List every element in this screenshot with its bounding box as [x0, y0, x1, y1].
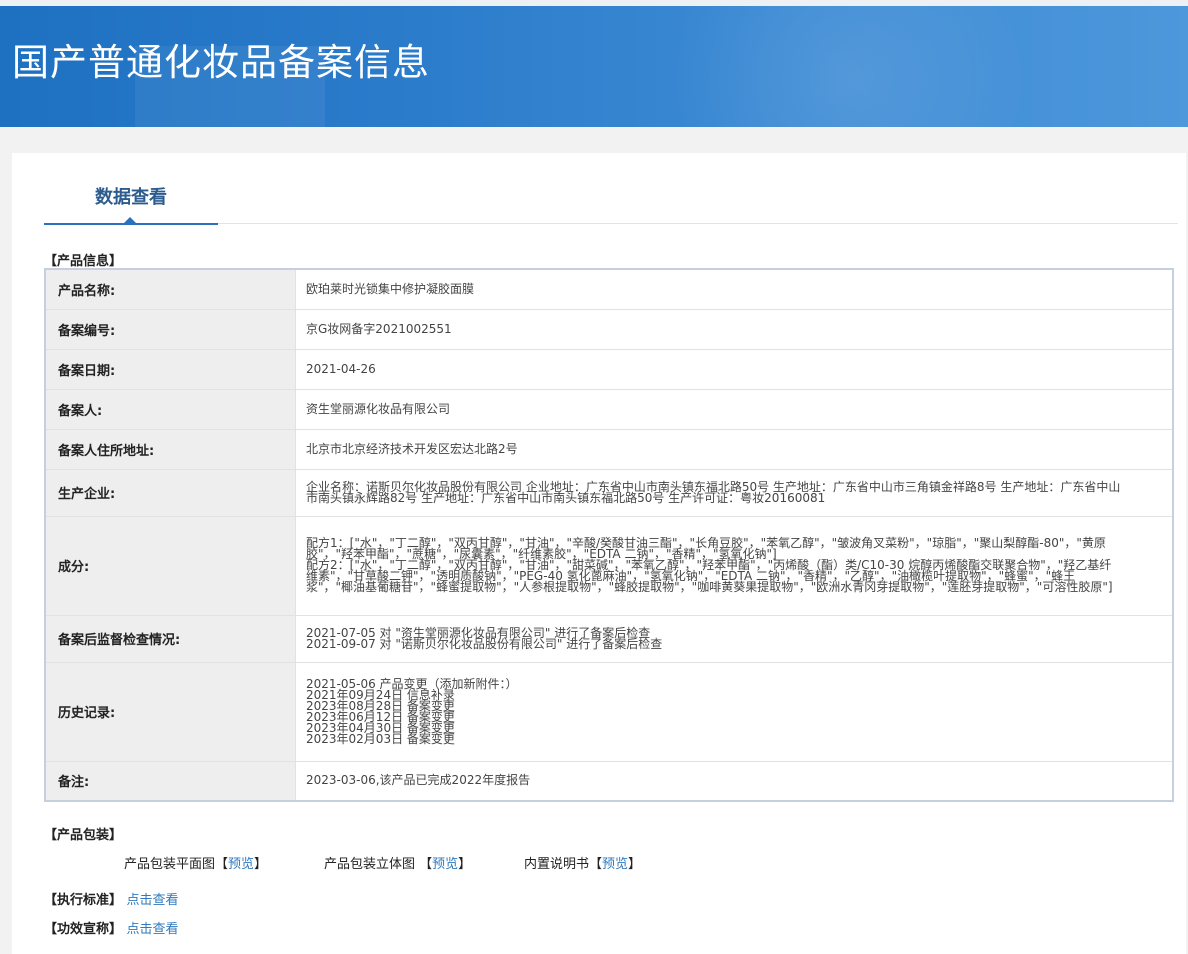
- packaging-item-name: 内置说明书: [524, 857, 590, 872]
- row-value-product-name: 欧珀莱时光锁集中修护凝胶面膜: [295, 269, 1173, 310]
- table-row: 生产企业: 企业名称：诺斯贝尔化妆品股份有限公司 企业地址：广东省中山市南头镇东…: [45, 469, 1173, 517]
- row-label-history: 历史记录:: [45, 662, 296, 762]
- table-row: 备案人住所地址: 北京市北京经济技术开发区宏达北路2号: [45, 429, 1173, 470]
- row-value-manufacturer: 企业名称：诺斯贝尔化妆品股份有限公司 企业地址：广东省中山市南头镇东福北路50号…: [295, 469, 1173, 517]
- packaging-item-name: 产品包装平面图: [124, 857, 216, 872]
- table-row: 历史记录: 2021-05-06 产品变更（添加新附件：） 2021年09月24…: [45, 662, 1173, 762]
- table-row: 备注: 2023-03-06,该产品已完成2022年度报告: [45, 761, 1173, 802]
- preview-link-manual[interactable]: 预览: [602, 857, 628, 872]
- section-standard: 【执行标准】 点击查看: [44, 889, 179, 908]
- ingredients-formula-1: 配方1：["水"，"丁二醇"，"双丙甘醇"，"甘油"，"辛酸/癸酸甘油三酯"，"…: [306, 536, 1106, 561]
- standard-view-link[interactable]: 点击查看: [127, 893, 179, 908]
- row-label-remarks: 备注:: [45, 761, 296, 802]
- packaging-item-name: 产品包装立体图: [324, 857, 416, 872]
- table-row: 产品名称: 欧珀莱时光锁集中修护凝胶面膜: [45, 269, 1173, 310]
- row-value-ingredients: 配方1：["水"，"丁二醇"，"双丙甘醇"，"甘油"，"辛酸/癸酸甘油三酯"，"…: [295, 516, 1173, 616]
- row-label-registrant: 备案人:: [45, 389, 296, 430]
- tab-data-view[interactable]: 数据查看: [44, 153, 218, 225]
- row-label-registrant-address: 备案人住所地址:: [45, 429, 296, 470]
- preview-link-3d[interactable]: 预览: [432, 857, 458, 872]
- section-product-info-title: 【产品信息】: [44, 254, 123, 269]
- row-value-registrant-address: 北京市北京经济技术开发区宏达北路2号: [295, 429, 1173, 470]
- row-label-product-name: 产品名称:: [45, 269, 296, 310]
- packaging-item-3d: 产品包装立体图 【预览】: [324, 857, 472, 872]
- row-label-inspection: 备案后监督检查情况:: [45, 615, 296, 663]
- table-row: 备案日期: 2021-04-26: [45, 349, 1173, 390]
- packaging-item-flat: 产品包装平面图【预览】: [124, 857, 268, 872]
- row-value-history: 2021-05-06 产品变更（添加新附件：） 2021年09月24日 信息补录…: [295, 662, 1173, 762]
- row-value-record-number: 京G妆网备字2021002551: [295, 309, 1173, 350]
- page-title: 国产普通化妆品备案信息: [12, 41, 430, 84]
- table-row: 备案后监督检查情况: 2021-07-05 对 "资生堂丽源化妆品有限公司" 进…: [45, 615, 1173, 663]
- standard-title: 【执行标准】: [44, 893, 123, 908]
- tab-label: 数据查看: [95, 187, 167, 208]
- efficacy-title: 【功效宣称】: [44, 922, 123, 937]
- history-entry: 2023年02月03日 备案变更: [306, 731, 455, 746]
- table-row: 备案人: 资生堂丽源化妆品有限公司: [45, 389, 1173, 430]
- row-label-record-date: 备案日期:: [45, 349, 296, 390]
- packaging-item-manual: 内置说明书【预览】: [524, 857, 642, 872]
- ingredients-formula-2: 配方2：["水"，"丁二醇"，"双丙甘醇"，"甘油"，"甜菜碱"，"苯氧乙醇"，…: [306, 558, 1113, 594]
- efficacy-view-link[interactable]: 点击查看: [127, 922, 179, 937]
- preview-link-flat[interactable]: 预览: [228, 857, 254, 872]
- section-efficacy: 【功效宣称】 点击查看: [44, 918, 179, 937]
- tab-bar: 数据查看: [44, 153, 1178, 225]
- product-info-table: 产品名称: 欧珀莱时光锁集中修护凝胶面膜 备案编号: 京G妆网备字2021002…: [44, 268, 1174, 802]
- table-row: 成分: 配方1：["水"，"丁二醇"，"双丙甘醇"，"甘油"，"辛酸/癸酸甘油三…: [45, 516, 1173, 616]
- header-banner: 国产普通化妆品备案信息: [0, 6, 1188, 127]
- row-value-registrant: 资生堂丽源化妆品有限公司: [295, 389, 1173, 430]
- tab-active-indicator: [124, 217, 136, 223]
- row-value-record-date: 2021-04-26: [295, 349, 1173, 390]
- banner-glow: [560, 6, 1040, 127]
- content-card: 数据查看 【产品信息】 产品名称: 欧珀莱时光锁集中修护凝胶面膜 备案编号: 京…: [12, 153, 1186, 954]
- row-label-record-number: 备案编号:: [45, 309, 296, 350]
- table-row: 备案编号: 京G妆网备字2021002551: [45, 309, 1173, 350]
- row-value-inspection: 2021-07-05 对 "资生堂丽源化妆品有限公司" 进行了备案后检查 202…: [295, 615, 1173, 663]
- row-label-ingredients: 成分:: [45, 516, 296, 616]
- inspection-line: 2021-09-07 对 "诺斯贝尔化妆品股份有限公司" 进行了备案后检查: [306, 636, 663, 651]
- section-packaging-title: 【产品包装】: [44, 828, 123, 843]
- row-value-remarks: 2023-03-06,该产品已完成2022年度报告: [295, 761, 1173, 802]
- row-label-manufacturer: 生产企业:: [45, 469, 296, 517]
